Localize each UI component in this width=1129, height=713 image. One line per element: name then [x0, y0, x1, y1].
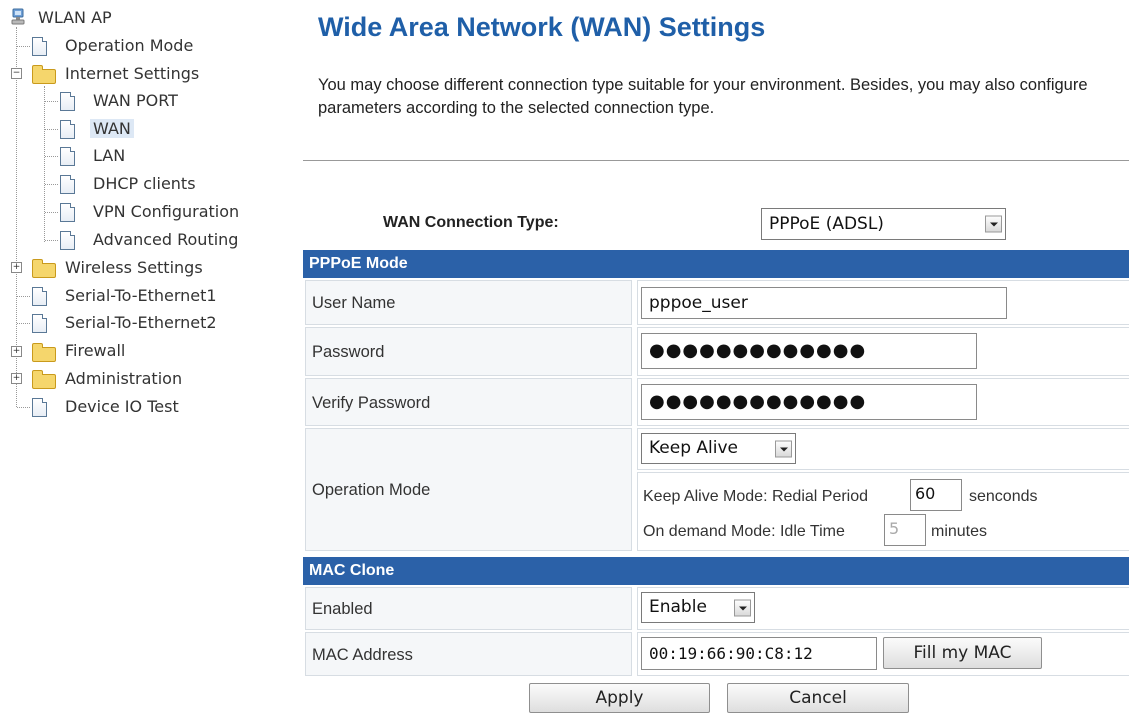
password-label: Password — [305, 327, 632, 376]
tree-item-label: LAN — [93, 146, 126, 165]
username-label: User Name — [305, 280, 632, 325]
page-icon — [32, 37, 47, 56]
cancel-button[interactable]: Cancel — [727, 683, 909, 713]
tree-root-label: WLAN AP — [38, 8, 112, 27]
mac-address-input[interactable]: 00:19:66:90:C8:12 — [641, 637, 877, 670]
apply-button[interactable]: Apply — [529, 683, 710, 713]
tree-item-label: Firewall — [65, 341, 126, 360]
page-icon — [60, 231, 75, 250]
tree-item-label: Advanced Routing — [93, 230, 239, 249]
chevron-down-icon — [775, 440, 792, 457]
tree-item-wireless-settings[interactable]: Wireless Settings — [65, 257, 203, 279]
page-icon — [60, 175, 75, 194]
operation-mode-value: Keep Alive — [649, 438, 739, 458]
network-icon — [10, 8, 26, 30]
tree-item-serial-to-ethernet2[interactable]: Serial-To-Ethernet2 — [65, 312, 217, 334]
tree-item-firewall[interactable]: Firewall — [65, 340, 125, 362]
collapse-icon[interactable]: − — [11, 68, 22, 79]
fill-my-mac-button[interactable]: Fill my MAC — [883, 637, 1042, 669]
page-icon — [32, 398, 47, 417]
verify-password-input[interactable]: ●●●●●●●●●●●●● — [641, 384, 977, 420]
page-icon — [32, 287, 47, 306]
tree-item-label: Operation Mode — [65, 36, 194, 55]
wan-connection-type-value: PPPoE (ADSL) — [769, 214, 884, 234]
expand-icon[interactable]: + — [11, 373, 22, 384]
on-demand-unit: minutes — [931, 523, 988, 540]
redial-period-input[interactable]: 60 — [910, 479, 962, 511]
navigation-tree: WLAN AP Operation Mode − Internet Settin… — [0, 0, 290, 710]
wan-connection-type-select[interactable]: PPPoE (ADSL) — [761, 208, 1006, 240]
folder-open-icon — [32, 65, 56, 84]
section-header-mac-clone: MAC Clone — [303, 557, 1129, 585]
tree-item-vpn-configuration[interactable]: VPN Configuration — [93, 201, 239, 223]
folder-icon — [32, 259, 56, 278]
mac-address-label: MAC Address — [305, 632, 632, 676]
verify-password-label: Verify Password — [305, 378, 632, 426]
page-icon — [60, 120, 75, 139]
page-icon — [32, 314, 47, 333]
tree-item-dhcp-clients[interactable]: DHCP clients — [93, 173, 196, 195]
tree-item-wan-port[interactable]: WAN PORT — [93, 90, 178, 112]
tree-item-label: Serial-To-Ethernet2 — [65, 313, 217, 332]
tree-item-lan[interactable]: LAN — [93, 145, 125, 167]
mac-enabled-value: Enable — [649, 597, 707, 617]
password-input[interactable]: ●●●●●●●●●●●●● — [641, 333, 977, 369]
tree-item-advanced-routing[interactable]: Advanced Routing — [93, 229, 238, 251]
tree-item-label: Internet Settings — [65, 64, 200, 83]
page-title: Wide Area Network (WAN) Settings — [318, 12, 766, 42]
page-icon — [60, 147, 75, 166]
keep-alive-unit: senconds — [969, 488, 1038, 505]
page-description: You may choose different connection type… — [318, 76, 1088, 117]
operation-mode-select[interactable]: Keep Alive — [641, 433, 796, 464]
tree-item-label: Administration — [65, 369, 183, 388]
mac-enabled-select[interactable]: Enable — [641, 592, 755, 623]
tree-item-label: WAN PORT — [93, 91, 178, 110]
tree-item-label: Device IO Test — [65, 397, 179, 416]
tree-item-label: VPN Configuration — [93, 202, 240, 221]
expand-icon[interactable]: + — [11, 262, 22, 273]
folder-icon — [32, 343, 56, 362]
tree-item-operation-mode[interactable]: Operation Mode — [65, 35, 193, 57]
tree-root[interactable]: WLAN AP — [38, 7, 112, 29]
on-demand-label: On demand Mode: Idle Time — [643, 523, 845, 540]
operation-mode-label: Operation Mode — [305, 428, 632, 551]
page-icon — [60, 203, 75, 222]
tree-item-serial-to-ethernet1[interactable]: Serial-To-Ethernet1 — [65, 285, 217, 307]
tree-item-label: Serial-To-Ethernet1 — [65, 286, 217, 305]
tree-item-device-io-test[interactable]: Device IO Test — [65, 396, 179, 418]
section-header-pppoe: PPPoE Mode — [303, 250, 1129, 278]
tree-item-wan[interactable]: WAN — [90, 118, 134, 140]
tree-item-internet-settings[interactable]: Internet Settings — [65, 63, 199, 85]
keep-alive-label: Keep Alive Mode: Redial Period — [643, 488, 869, 505]
tree-item-label: Wireless Settings — [65, 258, 203, 277]
chevron-down-icon — [734, 599, 751, 616]
tree-item-label: DHCP clients — [93, 174, 196, 193]
chevron-down-icon — [985, 215, 1002, 233]
tree-item-label: WAN — [90, 119, 134, 138]
mac-enabled-label: Enabled — [305, 587, 632, 630]
expand-icon[interactable]: + — [11, 346, 22, 357]
page-icon — [60, 92, 75, 111]
wan-connection-type-label: WAN Connection Type: — [383, 214, 559, 231]
username-input[interactable]: pppoe_user — [641, 287, 1007, 319]
tree-item-administration[interactable]: Administration — [65, 368, 182, 390]
divider — [303, 160, 1129, 161]
folder-icon — [32, 370, 56, 389]
idle-time-input[interactable]: 5 — [884, 514, 926, 546]
